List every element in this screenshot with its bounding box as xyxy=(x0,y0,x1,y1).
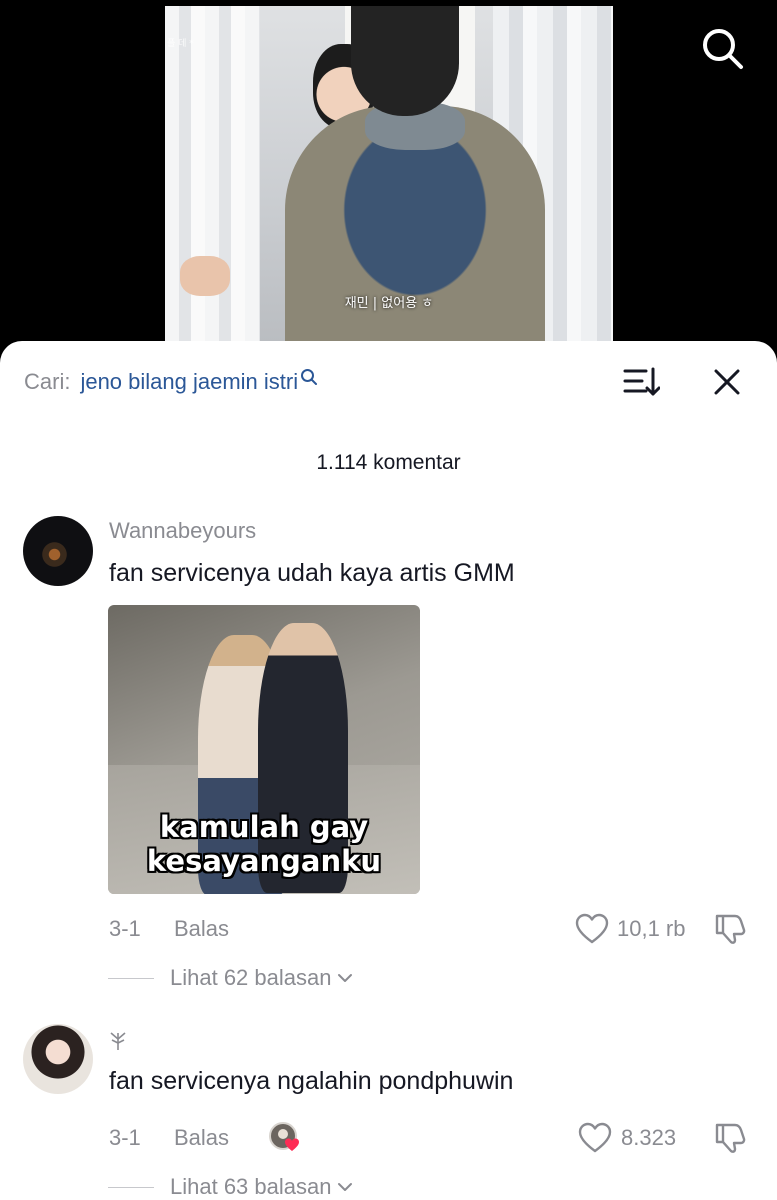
tree-icon[interactable] xyxy=(108,1029,128,1051)
search-prefix: Cari: xyxy=(24,369,71,394)
like-count: 10,1 rb xyxy=(617,916,686,941)
search-icon[interactable] xyxy=(700,26,744,70)
close-icon[interactable] xyxy=(708,363,746,401)
search-query-link[interactable]: jeno bilang jaemin istri xyxy=(80,369,298,395)
video-person-head xyxy=(351,6,459,116)
comment-search-bar[interactable]: Cari: jeno bilang jaemin istri xyxy=(24,367,318,397)
view-replies-button[interactable]: Lihat 63 balasan xyxy=(108,1174,353,1200)
search-icon[interactable] xyxy=(300,368,318,386)
video-hand xyxy=(180,256,230,296)
view-replies-button[interactable]: Lihat 62 balasan xyxy=(108,965,353,991)
comments-sheet: Cari: jeno bilang jaemin istri 1.114 kom… xyxy=(0,341,777,1200)
dislike-icon[interactable] xyxy=(713,913,747,945)
video-frame[interactable]: 플 데 * 재민 | 없어용 ㅎ xyxy=(165,6,613,351)
gif-caption: kamulah gay kesayanganku xyxy=(108,810,420,878)
avatar[interactable] xyxy=(23,1024,93,1094)
view-replies-label: Lihat 63 balasan xyxy=(170,1174,332,1199)
comment-username[interactable]: Wannabeyours xyxy=(109,518,256,544)
comment-date: 3-1 xyxy=(109,916,141,941)
comment-gif-image[interactable]: kamulah gay kesayanganku xyxy=(108,605,420,894)
video-player[interactable]: 플 데 * 재민 | 없어용 ㅎ xyxy=(0,0,777,370)
reply-button[interactable]: Balas xyxy=(174,1125,229,1151)
heart-badge-icon xyxy=(269,1122,299,1151)
reply-button[interactable]: Balas xyxy=(174,916,229,942)
sort-icon[interactable] xyxy=(622,365,660,399)
divider-line xyxy=(108,1186,154,1188)
comment-text: fan servicenya udah kaya artis GMM xyxy=(109,559,515,587)
chevron-down-icon xyxy=(338,974,353,982)
comments-count: 1.114 komentar xyxy=(316,451,461,474)
gif-caption-line: kesayanganku xyxy=(146,844,382,878)
heart-icon[interactable] xyxy=(578,1122,612,1154)
avatar[interactable] xyxy=(23,516,93,586)
chevron-down-icon xyxy=(338,1183,353,1191)
comment-date: 3-1 xyxy=(109,1125,141,1150)
dislike-icon[interactable] xyxy=(713,1122,747,1154)
video-subtitle: 재민 | 없어용 ㅎ xyxy=(344,296,434,311)
video-watermark: 플 데 * xyxy=(167,39,194,49)
like-count: 8.323 xyxy=(621,1125,677,1150)
gif-caption-line: kamulah gay xyxy=(159,810,369,844)
view-replies-label: Lihat 62 balasan xyxy=(170,965,332,990)
divider-line xyxy=(108,977,154,979)
heart-icon[interactable] xyxy=(575,913,609,945)
comment-text: fan servicenya ngalahin pondphuwin xyxy=(109,1067,514,1095)
